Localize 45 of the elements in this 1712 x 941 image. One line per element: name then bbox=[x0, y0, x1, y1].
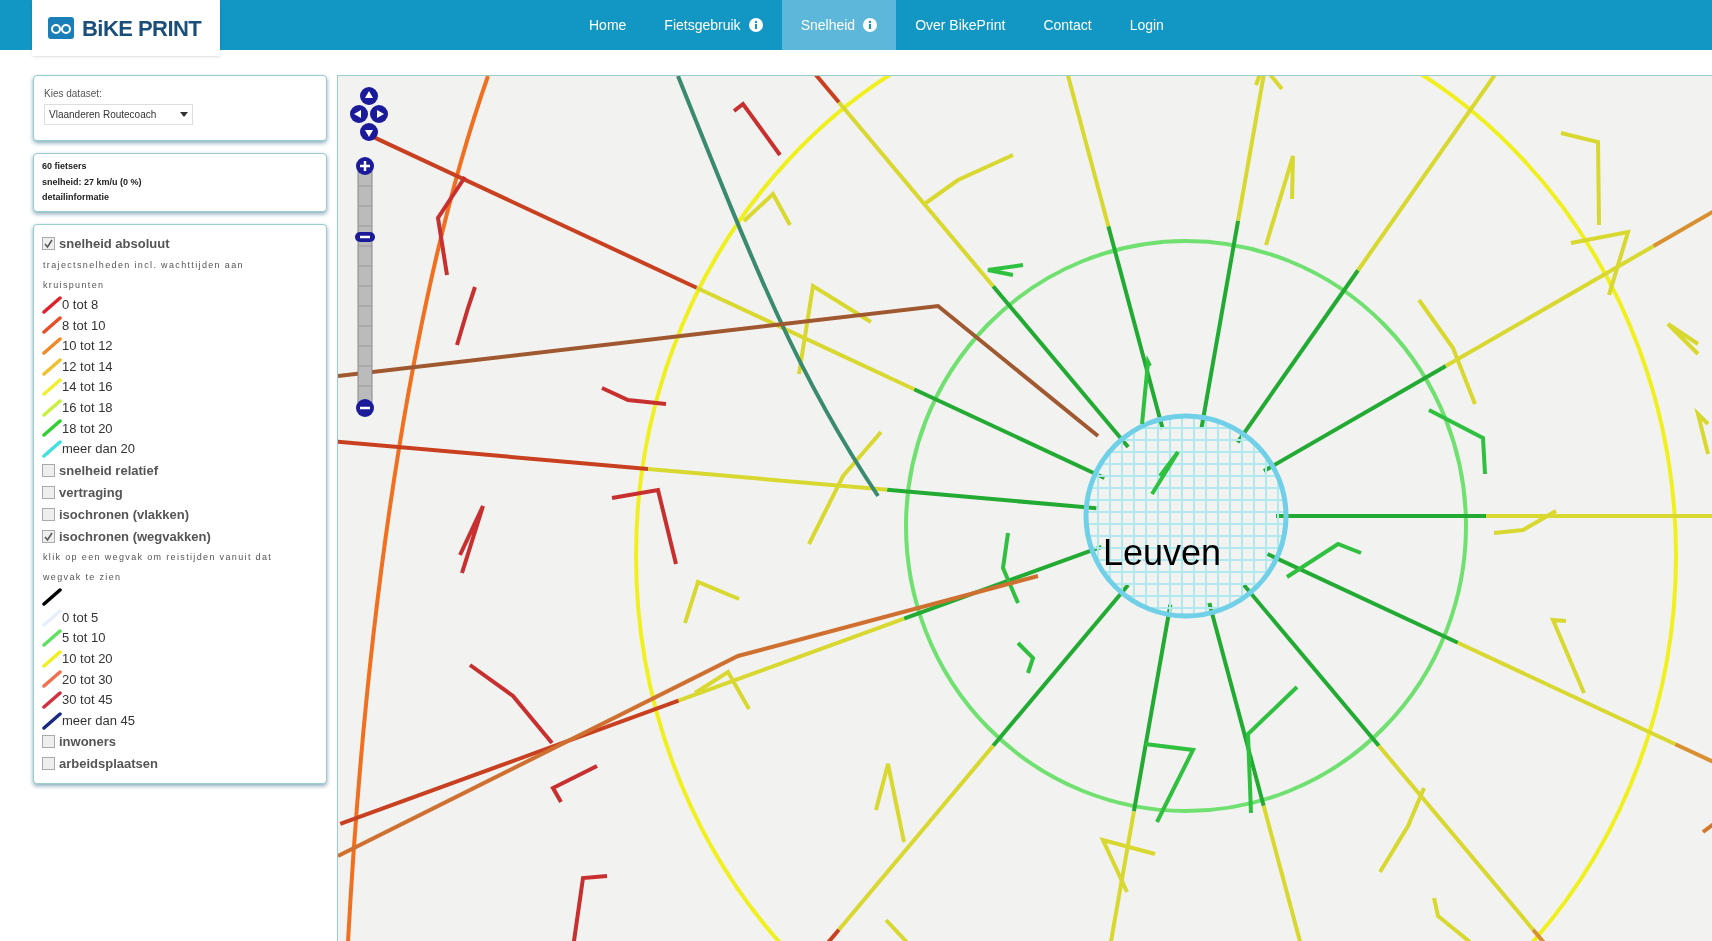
layer-checkbox[interactable] bbox=[42, 735, 55, 749]
layer-label[interactable]: isochronen (wegvakken) bbox=[59, 526, 211, 546]
legend-label: 5 tot 10 bbox=[62, 629, 106, 648]
dataset-select[interactable]: Vlaanderen Routecoach bbox=[44, 104, 194, 125]
layer-label[interactable]: snelheid absoluut bbox=[59, 233, 170, 254]
map[interactable]: Leuven bbox=[337, 75, 1712, 941]
layer-label[interactable]: inwoners bbox=[59, 732, 117, 752]
bike-logo-icon bbox=[48, 17, 74, 39]
summary-text: 60 fietsers bbox=[42, 160, 88, 173]
layer-label[interactable]: vertraging bbox=[59, 482, 123, 502]
layer-label[interactable]: snelheid relatief bbox=[59, 460, 158, 480]
legend-label: 12 tot 14 bbox=[62, 357, 113, 376]
layer-checkbox[interactable] bbox=[42, 237, 55, 250]
detail-link[interactable]: detailinformatie bbox=[42, 191, 318, 205]
legend-label: 20 tot 30 bbox=[62, 670, 113, 689]
layer-checkbox[interactable] bbox=[42, 485, 55, 499]
legend-label: 0 tot 8 bbox=[62, 296, 99, 315]
info-icon[interactable] bbox=[863, 18, 878, 32]
layer-checkbox[interactable] bbox=[42, 529, 55, 543]
legend-label: 30 tot 45 bbox=[62, 691, 113, 710]
layer-description: klik op een wegvak om reistijden vanuit dat wegvak te zien bbox=[42, 551, 274, 585]
pan-control-icon[interactable] bbox=[350, 86, 388, 142]
layer-description: trajectsnelheden incl. wachttijden aan kruispunten bbox=[42, 258, 245, 292]
legend-label: meer dan 20 bbox=[62, 440, 135, 459]
layer-label[interactable]: isochronen (vlakken) bbox=[59, 504, 190, 524]
legend-label: 10 tot 20 bbox=[62, 650, 113, 668]
caret-icon bbox=[180, 112, 189, 117]
dataset-label: Kies dataset: bbox=[44, 87, 103, 101]
logo[interactable]: BiKE PRINT bbox=[32, 0, 220, 56]
legend-label: 8 tot 10 bbox=[62, 316, 106, 335]
legend-label: 18 tot 20 bbox=[62, 419, 113, 438]
legend-label: 16 tot 18 bbox=[62, 399, 113, 417]
legend-label: 10 tot 12 bbox=[62, 337, 113, 356]
layer-checkbox[interactable] bbox=[42, 463, 55, 477]
logo-text: BiKE PRINT bbox=[82, 14, 202, 43]
zoom-slider-icon[interactable] bbox=[354, 156, 376, 418]
legend-label: 14 tot 16 bbox=[62, 378, 113, 397]
legend-label: meer dan 45 bbox=[62, 711, 135, 730]
legend-label: 0 tot 5 bbox=[62, 608, 99, 627]
layer-checkbox[interactable] bbox=[42, 757, 55, 771]
place-label: Leuven bbox=[1103, 531, 1222, 575]
layer-label[interactable]: arbeidsplaatsen bbox=[59, 754, 158, 774]
info-icon[interactable] bbox=[748, 18, 763, 32]
summary-text: snelheid: 27 km/u (0 %) bbox=[42, 175, 143, 189]
layer-checkbox[interactable] bbox=[42, 507, 55, 521]
